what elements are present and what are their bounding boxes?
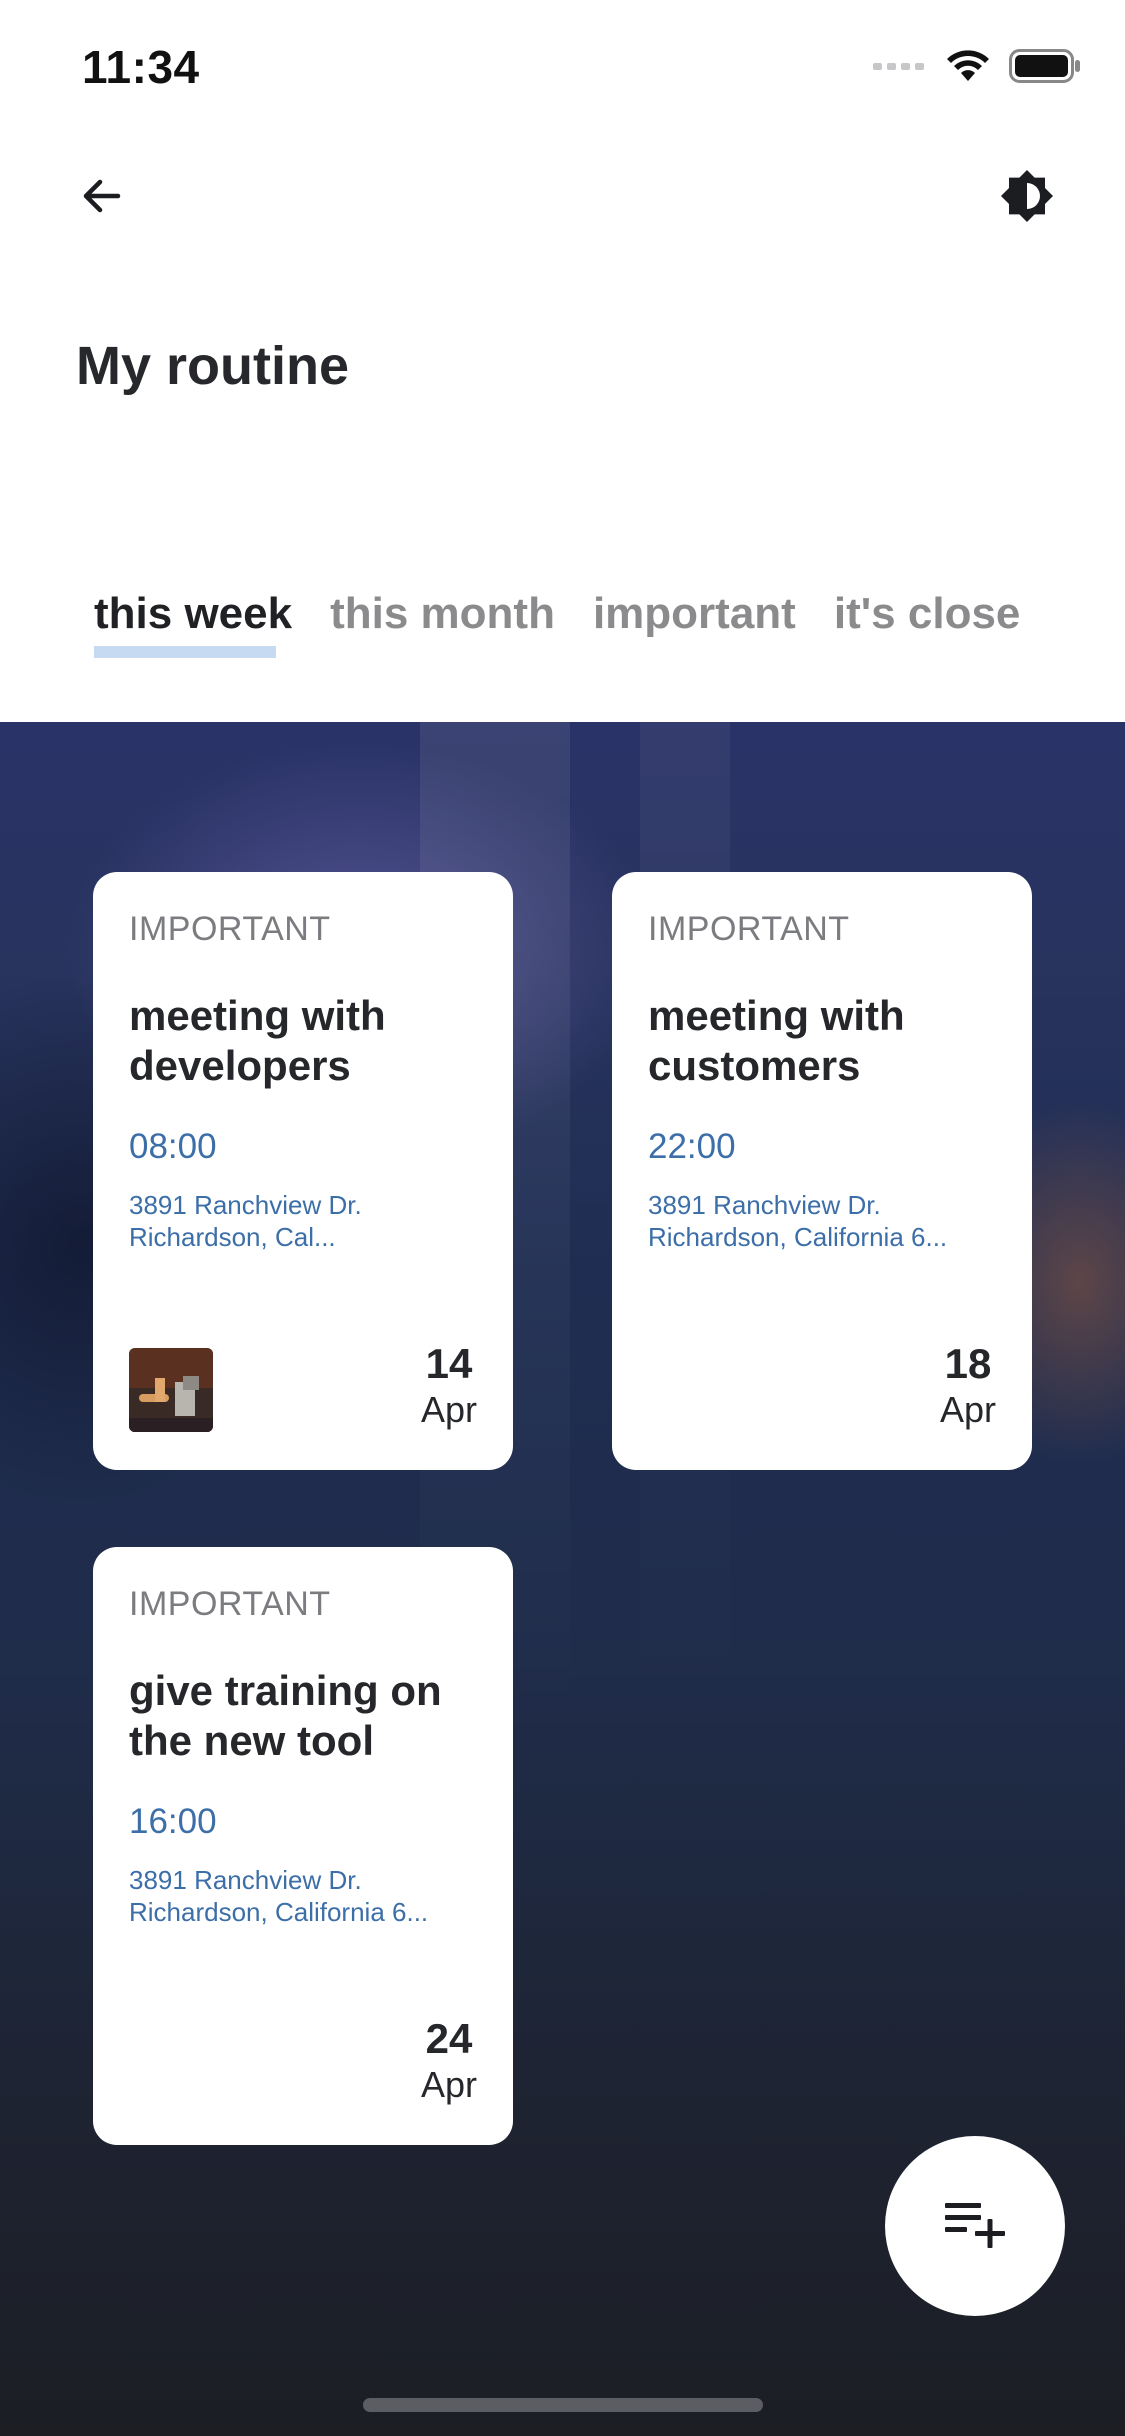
card-date-day: 18 [944, 1340, 992, 1387]
theme-toggle-button[interactable] [979, 150, 1075, 246]
event-card[interactable]: IMPORTANT meeting with customers 22:00 3… [612, 872, 1032, 1470]
card-time: 22:00 [648, 1127, 736, 1166]
card-date: 24 Apr [421, 2015, 477, 2107]
top-app-bar [0, 150, 1125, 246]
card-title: meeting with customers [648, 992, 905, 1089]
card-address-line: Richardson, Cal... [129, 1222, 336, 1252]
home-indicator [363, 2398, 763, 2412]
card-footer: 24 Apr [129, 2015, 477, 2107]
card-date-month: Apr [939, 1389, 996, 1430]
card-date-day: 14 [425, 1340, 473, 1387]
card-time: 08:00 [129, 1127, 217, 1166]
card-tag: IMPORTANT [129, 1585, 331, 1623]
add-routine-button[interactable] [885, 2136, 1065, 2316]
brightness-contrast-icon [999, 168, 1055, 229]
card-address-line: Richardson, California 6... [648, 1222, 948, 1252]
card-date-month: Apr [420, 1389, 477, 1430]
card-tag: IMPORTANT [129, 910, 331, 948]
attendee-thumbnail [129, 1348, 213, 1432]
card-footer: 18 Apr [648, 1340, 996, 1432]
card-address-line: 3891 Ranchview Dr. [648, 1190, 881, 1220]
card-address-line: Richardson, California 6... [129, 1897, 429, 1927]
card-tag: IMPORTANT [648, 910, 850, 948]
card-date-day: 24 [425, 2015, 473, 2062]
card-date: 14 Apr [421, 1340, 477, 1432]
tab-this-week[interactable]: this week [94, 586, 292, 676]
card-address-line: 3891 Ranchview Dr. [129, 1865, 362, 1895]
playlist-add-icon [943, 2199, 1007, 2254]
signal-icon [873, 59, 927, 78]
card-title: give training on the new tool [129, 1667, 442, 1764]
card-date: 18 Apr [940, 1340, 996, 1432]
battery-icon [1009, 48, 1081, 88]
card-date-month: Apr [420, 2064, 477, 2105]
card-title: meeting with developers [129, 992, 386, 1089]
status-time: 11:34 [82, 41, 200, 93]
tab-its-close[interactable]: it's close [834, 586, 1021, 676]
event-card[interactable]: IMPORTANT meeting with developers 08:00 … [93, 872, 513, 1470]
card-time: 16:00 [129, 1802, 217, 1841]
card-address: 3891 Ranchview Dr. Richardson, Californi… [129, 1864, 477, 1928]
arrow-left-icon [78, 172, 126, 225]
card-address-line: 3891 Ranchview Dr. [129, 1190, 362, 1220]
event-card[interactable]: IMPORTANT give training on the new tool … [93, 1547, 513, 2145]
status-bar: 11:34 [0, 0, 1125, 132]
wifi-icon [945, 49, 991, 88]
tab-bar: this week this month important it's clos… [94, 586, 1020, 676]
tab-this-month[interactable]: this month [330, 586, 555, 676]
status-icons [873, 48, 1081, 88]
card-address: 3891 Ranchview Dr. Richardson, Californi… [648, 1189, 996, 1253]
page-title: My routine [76, 336, 350, 396]
tab-important[interactable]: important [593, 586, 796, 676]
card-address: 3891 Ranchview Dr. Richardson, Cal... [129, 1189, 477, 1253]
back-button[interactable] [54, 150, 150, 246]
card-footer: 14 Apr [129, 1340, 477, 1432]
